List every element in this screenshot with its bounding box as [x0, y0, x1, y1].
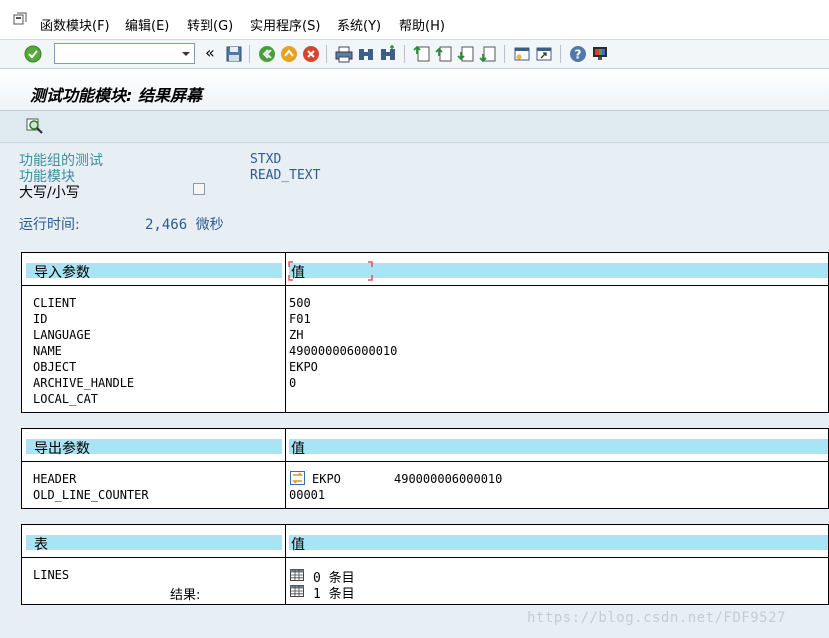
- binoculars-plus-icon: [381, 45, 395, 60]
- function-module-value: READ_TEXT: [250, 168, 321, 183]
- param-value-language[interactable]: ZH: [289, 328, 303, 342]
- header-value-name[interactable]: 490000006000010: [394, 472, 502, 486]
- save-icon: [226, 46, 242, 62]
- case-sensitive-checkbox[interactable]: [193, 183, 205, 195]
- menu-utilities[interactable]: 实用程序(S): [250, 15, 320, 34]
- next-page-button[interactable]: [456, 44, 476, 64]
- last-page-button[interactable]: [478, 44, 498, 64]
- param-name-local-cat: LOCAL_CAT: [33, 392, 99, 406]
- history-button[interactable]: «: [205, 43, 215, 62]
- export-params-header: 导出参数: [34, 441, 90, 457]
- param-name-name: NAME: [33, 344, 62, 358]
- table-name-lines: LINES: [33, 568, 70, 582]
- shortcut-button[interactable]: [534, 44, 554, 64]
- runtime-value: 2,466 微秒: [145, 217, 224, 233]
- svg-text:?: ?: [575, 48, 582, 62]
- param-name-client: CLIENT: [33, 296, 77, 310]
- param-name-object: OBJECT: [33, 360, 77, 374]
- old-line-counter-value: 00001: [289, 488, 326, 502]
- monitor-icon: [593, 47, 607, 60]
- param-name-id: ID: [33, 312, 48, 326]
- debugging-button[interactable]: [25, 116, 45, 136]
- param-name-language: LANGUAGE: [33, 328, 91, 342]
- help-icon: ?: [570, 46, 586, 62]
- menu-system[interactable]: 系统(Y): [337, 15, 381, 34]
- application-toolbar: [0, 111, 829, 143]
- param-value-id[interactable]: F01: [289, 312, 311, 326]
- param-value-archive-handle[interactable]: 0: [289, 376, 296, 390]
- menu-goto[interactable]: 转到(G): [187, 15, 233, 34]
- tables-header: 表: [34, 537, 48, 553]
- structure-icon[interactable]: [290, 471, 305, 485]
- page-title: 测试功能模块: 结果屏幕: [30, 86, 202, 105]
- find-next-button[interactable]: [378, 44, 398, 64]
- new-session-button[interactable]: [512, 44, 532, 64]
- table-grid-icon[interactable]: [290, 569, 304, 581]
- help-button[interactable]: ?: [568, 44, 588, 64]
- customize-layout-button[interactable]: [590, 44, 610, 64]
- export-value-header: 值: [291, 441, 305, 457]
- back-icon: [259, 46, 275, 62]
- checkmark-icon: [24, 45, 42, 63]
- print-button[interactable]: [334, 44, 354, 64]
- param-value-object[interactable]: EKPO: [289, 360, 318, 374]
- find-button[interactable]: [356, 44, 376, 64]
- param-name-old-line-counter: OLD_LINE_COUNTER: [33, 488, 149, 502]
- magnify-debug-icon: [26, 118, 43, 134]
- first-page-icon: [413, 45, 430, 62]
- result-label: 结果:: [170, 588, 201, 603]
- save-button[interactable]: [224, 44, 244, 64]
- exit-button[interactable]: [279, 44, 299, 64]
- chevron-down-icon[interactable]: [181, 50, 191, 58]
- next-page-icon: [457, 46, 474, 62]
- previous-page-icon: [435, 46, 452, 62]
- previous-page-button[interactable]: [434, 44, 454, 64]
- print-icon: [335, 46, 353, 63]
- enter-button[interactable]: [23, 44, 43, 64]
- runtime-label: 运行时间:: [19, 217, 80, 233]
- header-value-object[interactable]: EKPO: [312, 472, 341, 486]
- import-params-panel: 导入参数 值 CLIENT ID LANGUAGE NAME OBJECT AR…: [21, 252, 829, 413]
- cancel-icon: [303, 46, 319, 62]
- standard-toolbar: « ?: [0, 40, 829, 69]
- case-sensitive-label: 大写/小写: [19, 185, 80, 201]
- shortcut-icon: [536, 47, 552, 61]
- menu-function-module[interactable]: 函数模块(F): [40, 15, 110, 34]
- exit-icon: [281, 46, 297, 62]
- first-page-button[interactable]: [412, 44, 432, 64]
- cancel-button[interactable]: [301, 44, 321, 64]
- command-input[interactable]: [55, 44, 177, 63]
- last-page-icon: [479, 46, 496, 63]
- param-value-client[interactable]: 500: [289, 296, 311, 310]
- window-menu-icon[interactable]: [13, 12, 27, 26]
- menu-bar: 函数模块(F) 编辑(E) 转到(G) 实用程序(S) 系统(Y) 帮助(H): [0, 0, 829, 40]
- tables-value-header: 值: [291, 537, 305, 553]
- binoculars-icon: [359, 49, 373, 60]
- param-name-header: HEADER: [33, 472, 77, 486]
- tables-panel: 表 值 LINES 结果: 0 条目 1 条目: [21, 524, 829, 605]
- watermark: https://blog.csdn.net/FDF9527: [527, 610, 786, 626]
- selection-brackets-icon: [288, 261, 373, 281]
- import-params-header: 导入参数: [34, 265, 90, 281]
- param-name-archive-handle: ARCHIVE_HANDLE: [33, 376, 135, 390]
- lines-result-count[interactable]: 1 条目: [313, 583, 355, 602]
- new-session-icon: [514, 47, 530, 61]
- export-params-panel: 导出参数 值 HEADER OLD_LINE_COUNTER EKPO 4900…: [21, 428, 829, 509]
- table-grid-icon[interactable]: [290, 585, 304, 597]
- menu-edit[interactable]: 编辑(E): [125, 15, 169, 34]
- back-button[interactable]: [257, 44, 277, 64]
- function-group-value: STXD: [250, 152, 282, 167]
- param-value-name[interactable]: 490000006000010: [289, 344, 397, 358]
- menu-help[interactable]: 帮助(H): [399, 15, 445, 34]
- command-field[interactable]: [54, 43, 195, 64]
